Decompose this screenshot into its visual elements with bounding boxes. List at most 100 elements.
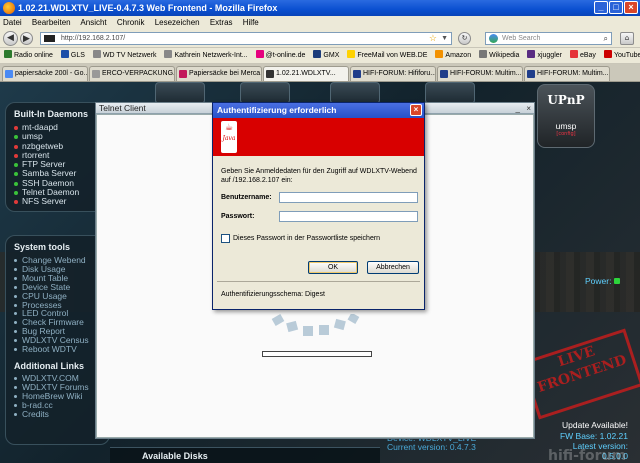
bookmark-favicon-icon: [435, 50, 444, 58]
bookmark-favicon-icon: [347, 50, 356, 58]
tab-favicon-icon: [266, 70, 274, 78]
reload-button[interactable]: ↻: [458, 32, 471, 45]
bookmark-item[interactable]: WD TV Netzwerk: [92, 48, 156, 63]
bookmark-item[interactable]: eBay: [569, 48, 596, 63]
bookmark-label: Radio online: [14, 52, 53, 59]
bookmark-item[interactable]: GMX: [313, 48, 339, 63]
java-logo-text: Java: [222, 135, 236, 142]
tab-label: HIFI-FORUM: Hififoru...: [363, 70, 436, 77]
media-icon-tile[interactable]: [240, 82, 290, 104]
media-icon-tile[interactable]: [425, 82, 475, 104]
umsp-service-tile[interactable]: UPnP umsp [config]: [537, 84, 595, 148]
status-dot-icon: [14, 172, 18, 177]
system-tool-link[interactable]: Reboot WDTV: [14, 345, 101, 354]
menu-extras[interactable]: Extras: [210, 18, 233, 27]
browser-tab[interactable]: Papiersäcke bei Merca...: [176, 66, 262, 81]
bookmark-favicon-icon: [255, 50, 264, 58]
home-icon: ⌂: [624, 34, 630, 42]
daemon-item[interactable]: NFS Server: [14, 197, 101, 206]
remember-password-checkbox[interactable]: [221, 234, 230, 243]
media-icon-tile[interactable]: [330, 82, 380, 104]
back-button[interactable]: ◀: [3, 31, 18, 46]
dialog-close-button[interactable]: ×: [410, 104, 422, 116]
bookmark-favicon-icon: [313, 50, 322, 58]
bookmark-item[interactable]: Wikipedia: [479, 48, 519, 63]
bullet-icon: [14, 330, 17, 334]
menu-bearbeiten[interactable]: Bearbeiten: [32, 18, 71, 27]
search-box[interactable]: Web Search ⌕: [485, 32, 612, 45]
tab-label: HIFI-FORUM: Multim...: [450, 70, 522, 77]
browser-tab[interactable]: 1.02.21.WDLXTV...: [263, 66, 349, 81]
status-dot-icon: [14, 191, 18, 196]
search-icon[interactable]: ⌕: [604, 33, 608, 44]
bookmark-label: GLS: [70, 52, 85, 59]
bookmark-favicon-icon: [603, 50, 612, 58]
tool-list: Change Webend Disk Usage Mount Table Device…: [14, 256, 101, 354]
browser-tab[interactable]: HIFI-FORUM: Multim...: [437, 66, 523, 81]
cancel-button[interactable]: Abbrechen: [367, 261, 419, 274]
telnet-minimize-button[interactable]: _: [516, 103, 520, 114]
bullet-icon: [14, 376, 17, 380]
bookmark-star-icon[interactable]: ☆: [429, 33, 437, 44]
bullet-icon: [14, 259, 17, 262]
forward-arrow-icon: ▶: [23, 34, 30, 44]
system-tool-link-label: Reboot WDTV: [22, 344, 77, 355]
bookmark-item[interactable]: Amazon: [435, 48, 472, 63]
maximize-button[interactable]: □: [609, 1, 623, 14]
daemon-list: mt-daapd umsp nzbgetweb rtorrent FTP Server S…: [14, 122, 101, 207]
status-dot-icon: [14, 144, 18, 149]
address-text: http://192.168.2.107/: [61, 35, 126, 42]
bookmark-item[interactable]: Radio online: [4, 48, 53, 63]
status-dot-icon: [14, 181, 18, 186]
additional-link[interactable]: Credits: [14, 409, 101, 419]
bookmark-item[interactable]: Kathrein Netzwerk-Int...: [164, 48, 248, 63]
bookmarks-toolbar: Radio online GLS WD TV Netzwerk Kathrein Ne…: [0, 48, 640, 64]
loading-spinner-icon: [271, 314, 360, 336]
bookmark-label: eBay: [579, 52, 596, 59]
bullet-icon: [14, 321, 17, 325]
status-dot-icon: [14, 153, 18, 158]
telnet-title: Telnet Client: [99, 103, 146, 113]
bookmark-label: @t-online.de: [265, 52, 306, 59]
available-disks-bar[interactable]: Available Disks: [110, 447, 380, 463]
remember-password-label[interactable]: Dieses Passwort in der Passwortliste spe…: [233, 234, 380, 244]
bookmark-item[interactable]: @t-online.de: [255, 48, 306, 63]
address-bar[interactable]: http://192.168.2.107/ ☆ ▼: [40, 32, 452, 45]
tab-favicon-icon: [92, 70, 100, 78]
bookmark-item[interactable]: FreeMail von WEB.DE: [347, 48, 427, 63]
password-field[interactable]: [279, 211, 418, 222]
config-link[interactable]: [config]: [538, 131, 594, 137]
browser-tab[interactable]: papiersäcke 200l - Go...: [2, 66, 88, 81]
ok-button[interactable]: OK: [308, 261, 358, 274]
close-button[interactable]: ×: [624, 1, 638, 14]
menu-ansicht[interactable]: Ansicht: [80, 18, 106, 27]
browser-tab[interactable]: HIFI-FORUM: Hififoru...: [350, 66, 436, 81]
menu-hilfe[interactable]: Hilfe: [243, 18, 259, 27]
home-button[interactable]: ⌂: [620, 32, 634, 45]
username-field[interactable]: [279, 192, 418, 203]
media-icon-tile[interactable]: [155, 82, 205, 104]
system-tools-title: System tools: [14, 242, 71, 252]
menu-lesezeichen[interactable]: Lesezeichen: [155, 18, 200, 27]
bookmark-item[interactable]: YouTube: [603, 48, 640, 63]
browser-tab[interactable]: ERCO-VERPACKUNG...: [89, 66, 175, 81]
bookmark-item[interactable]: xjuggler: [527, 48, 562, 63]
minimize-button[interactable]: _: [594, 1, 608, 14]
telnet-close-button[interactable]: ×: [526, 103, 531, 114]
search-engine-icon[interactable]: [489, 34, 498, 43]
bullet-icon: [14, 385, 17, 389]
bookmark-label: Amazon: [445, 52, 472, 59]
bullet-icon: [14, 303, 17, 307]
bullet-icon: [14, 412, 17, 416]
browser-tab[interactable]: HIFI-FORUM: Multim...: [524, 66, 610, 81]
tab-favicon-icon: [353, 70, 361, 78]
menu-chronik[interactable]: Chronik: [117, 18, 145, 27]
daemons-title: Built-In Daemons: [14, 109, 89, 119]
forward-button[interactable]: ▶: [20, 32, 33, 45]
tab-label: HIFI-FORUM: Multim...: [537, 70, 609, 77]
history-dropdown-icon[interactable]: ▼: [441, 33, 448, 44]
bookmark-item[interactable]: GLS: [60, 48, 85, 63]
menu-datei[interactable]: Datei: [3, 18, 22, 27]
update-available[interactable]: Update Available!: [545, 420, 628, 430]
tab-bar: papiersäcke 200l - Go... ERCO-VERPACKUNG.…: [0, 64, 640, 82]
